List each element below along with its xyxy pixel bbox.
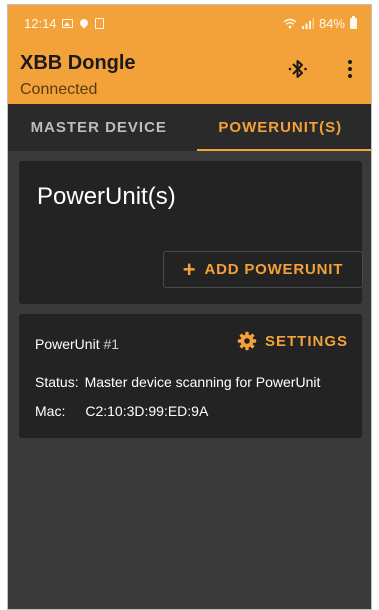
mac-label: Mac: (35, 403, 66, 419)
powerunit-label: PowerUnit (35, 336, 100, 352)
connection-status: Connected (20, 81, 98, 98)
file-notification-icon (94, 17, 104, 29)
gear-icon (237, 331, 257, 351)
add-powerunit-button[interactable]: + ADD POWERUNIT (163, 251, 363, 288)
powerunit-settings-button[interactable]: SETTINGS (237, 331, 348, 351)
status-bar: 12:14 84% (8, 5, 371, 41)
signal-icon (301, 17, 314, 29)
location-notification-icon (77, 17, 90, 29)
status-left: 12:14 (24, 16, 104, 31)
bluetooth-searching-icon (288, 60, 307, 78)
powerunits-header-card: PowerUnit(s) + ADD POWERUNIT (19, 161, 363, 304)
app-title: XBB Dongle (20, 52, 136, 74)
main-content: PowerUnit(s) + ADD POWERUNIT PowerUnit #… (8, 151, 371, 609)
battery-percent: 84% (318, 15, 345, 31)
app-bar: XBB Dongle Connected (8, 41, 371, 104)
phone-screen: 12:14 84% XBB Dongle Connected MASTER DE… (7, 4, 372, 610)
wifi-icon (283, 18, 297, 28)
status-value: Master device scanning for PowerUnit (84, 374, 321, 390)
gallery-notification-icon (61, 18, 73, 28)
status-time: 12:14 (24, 15, 57, 31)
settings-label: SETTINGS (264, 332, 348, 350)
section-title: PowerUnit(s) (37, 183, 176, 210)
tab-powerunits[interactable]: POWERUNIT(S) (190, 104, 372, 151)
status-label: Status: (35, 374, 79, 390)
add-powerunit-label: ADD POWERUNIT (204, 261, 344, 278)
mac-row: Mac: C2:10:3D:99:ED:9A (35, 403, 208, 419)
tab-master-device[interactable]: MASTER DEVICE (8, 104, 190, 151)
tab-bar: MASTER DEVICE POWERUNIT(S) (8, 104, 371, 151)
status-right: 84% (283, 15, 357, 31)
plus-icon: + (182, 256, 197, 282)
powerunit-number: #1 (103, 336, 120, 352)
more-vert-icon (348, 60, 352, 64)
mac-value: C2:10:3D:99:ED:9A (85, 403, 209, 419)
overflow-menu-button[interactable] (340, 55, 360, 83)
bluetooth-button[interactable] (284, 55, 312, 83)
battery-icon (350, 15, 357, 29)
powerunit-card: PowerUnit #1 SETTINGS Status: Master dev… (19, 314, 362, 438)
powerunit-name: PowerUnit #1 (35, 336, 119, 352)
status-row: Status: Master device scanning for Power… (35, 374, 320, 390)
